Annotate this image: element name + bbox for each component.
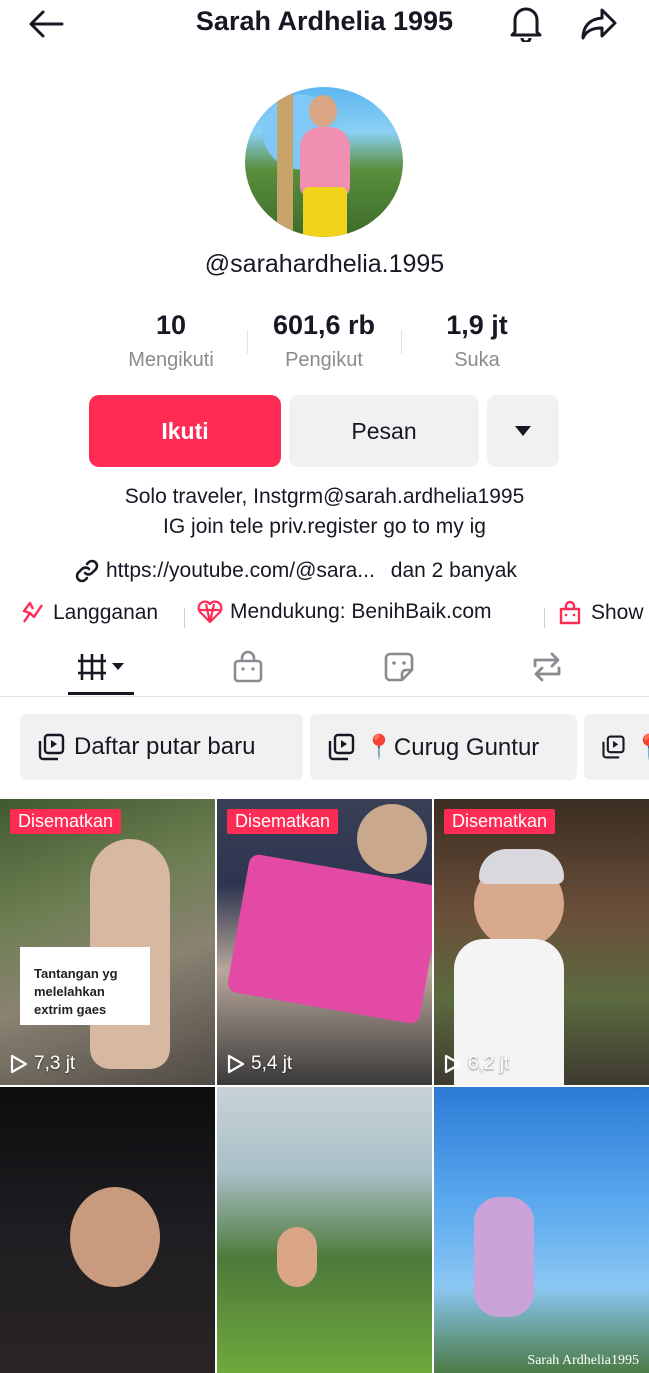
subscription-icon bbox=[22, 601, 43, 623]
playlist-label: Daftar putar baru bbox=[74, 733, 256, 760]
chip-subscription[interactable]: Langganan bbox=[20, 600, 158, 626]
playlist-label: 📍Curug Guntur bbox=[364, 733, 540, 761]
stat-following[interactable]: 10 Mengikuti bbox=[96, 310, 246, 372]
shop-bag-icon bbox=[233, 650, 263, 683]
share-button[interactable] bbox=[578, 4, 620, 44]
view-count: 6,2 jt bbox=[444, 1053, 509, 1075]
pinned-badge: Disematkan bbox=[10, 809, 122, 834]
bio: Solo traveler, Instgrm@sarah.ardhelia199… bbox=[0, 482, 649, 542]
view-count: 5,4 jt bbox=[227, 1053, 292, 1075]
stat-likes[interactable]: 1,9 jt Suka bbox=[402, 310, 552, 372]
play-icon bbox=[444, 1054, 462, 1074]
bio-line: Solo traveler, Instgrm@sarah.ardhelia199… bbox=[124, 485, 525, 508]
playlist-icon bbox=[38, 733, 65, 761]
grid-lines-icon bbox=[78, 654, 124, 680]
chip-label: Langganan bbox=[53, 601, 159, 624]
stat-value: 10 bbox=[155, 310, 187, 340]
playlists: Daftar putar baru 📍Curug Guntur 📍 bbox=[0, 714, 649, 780]
play-icon bbox=[227, 1054, 245, 1074]
playlist-item[interactable]: 📍Curug Guntur bbox=[310, 714, 577, 780]
video-thumbnail[interactable]: Disematkan 5,4 jt bbox=[217, 799, 432, 1085]
chip-label: Show bbox=[591, 601, 644, 624]
tab-tagged[interactable] bbox=[366, 638, 432, 696]
bell-icon bbox=[510, 7, 542, 42]
play-icon bbox=[10, 1054, 28, 1074]
notification-button[interactable] bbox=[506, 2, 546, 44]
shop-bag-icon bbox=[559, 600, 581, 625]
avatar[interactable] bbox=[245, 87, 403, 237]
page-title: Sarah Ardhelia 1995 bbox=[195, 6, 454, 36]
chip-label: Mendukung: BenihBaik.com bbox=[230, 600, 492, 623]
view-count-value: 5,4 jt bbox=[251, 1053, 293, 1074]
chip-support[interactable]: Mendukung: BenihBaik.com bbox=[197, 600, 492, 624]
link-icon bbox=[75, 559, 99, 583]
active-tab-indicator bbox=[68, 692, 134, 695]
playlist-item[interactable]: 📍 bbox=[584, 714, 649, 780]
share-icon bbox=[581, 8, 617, 40]
view-count: 7,3 jt bbox=[10, 1053, 75, 1075]
pinned-badge: Disematkan bbox=[227, 809, 339, 834]
caret-down-icon bbox=[515, 426, 531, 436]
stat-label: Mengikuti bbox=[128, 349, 214, 371]
bio-line: IG join tele priv.register go to my ig bbox=[163, 515, 486, 538]
chip-divider bbox=[544, 608, 545, 628]
stat-label: Suka bbox=[454, 349, 500, 371]
stat-value: 601,6 rb bbox=[272, 310, 376, 340]
profile-chips: Langganan Mendukung: BenihBaik.com Show bbox=[0, 600, 649, 634]
video-caption: Tantangan yg melelahkan extrim gaes bbox=[20, 947, 150, 1025]
follow-button[interactable]: Ikuti bbox=[89, 395, 281, 467]
repost-icon bbox=[533, 652, 561, 682]
watermark: Sarah Ardhelia1995 bbox=[527, 1353, 639, 1368]
video-thumbnail[interactable] bbox=[0, 1087, 215, 1373]
playlist-label: 📍 bbox=[634, 733, 649, 762]
more-options-button[interactable] bbox=[487, 395, 559, 467]
pinned-badge: Disematkan bbox=[444, 809, 556, 834]
stat-followers[interactable]: 601,6 rb Pengikut bbox=[249, 310, 399, 372]
playlist-icon bbox=[328, 733, 355, 761]
sticker-icon bbox=[384, 652, 414, 682]
playlist-item[interactable]: Daftar putar baru bbox=[20, 714, 303, 780]
video-thumbnail[interactable] bbox=[217, 1087, 432, 1373]
chip-divider bbox=[184, 608, 185, 628]
playlist-icon bbox=[602, 735, 625, 759]
chip-showcase[interactable]: Show bbox=[558, 600, 644, 626]
video-grid: Disematkan Tantangan yg melelahkan extri… bbox=[0, 799, 649, 1373]
heart-gem-icon bbox=[197, 600, 223, 624]
message-button[interactable]: Pesan bbox=[289, 395, 479, 467]
stat-value: 1,9 jt bbox=[446, 310, 508, 340]
video-thumbnail[interactable]: Sarah Ardhelia1995 bbox=[434, 1087, 649, 1373]
bio-link[interactable]: https://youtube.com/@sara... dan 2 banya… bbox=[74, 558, 517, 584]
stat-divider bbox=[247, 330, 248, 354]
video-thumbnail[interactable]: Disematkan 6,2 jt bbox=[434, 799, 649, 1085]
profile-username: @sarahardhelia.1995 bbox=[204, 250, 445, 278]
tab-shop[interactable] bbox=[215, 638, 281, 696]
view-count-value: 7,3 jt bbox=[34, 1053, 76, 1074]
link-url[interactable]: https://youtube.com/@sara... bbox=[106, 559, 375, 583]
tab-videos[interactable] bbox=[68, 638, 134, 696]
view-count-value: 6,2 jt bbox=[468, 1053, 510, 1074]
content-tabs bbox=[0, 638, 649, 697]
tab-reposts[interactable] bbox=[514, 638, 580, 696]
link-more[interactable]: dan 2 banyak bbox=[391, 559, 517, 583]
video-thumbnail[interactable]: Disematkan Tantangan yg melelahkan extri… bbox=[0, 799, 215, 1085]
stat-label: Pengikut bbox=[285, 349, 363, 371]
